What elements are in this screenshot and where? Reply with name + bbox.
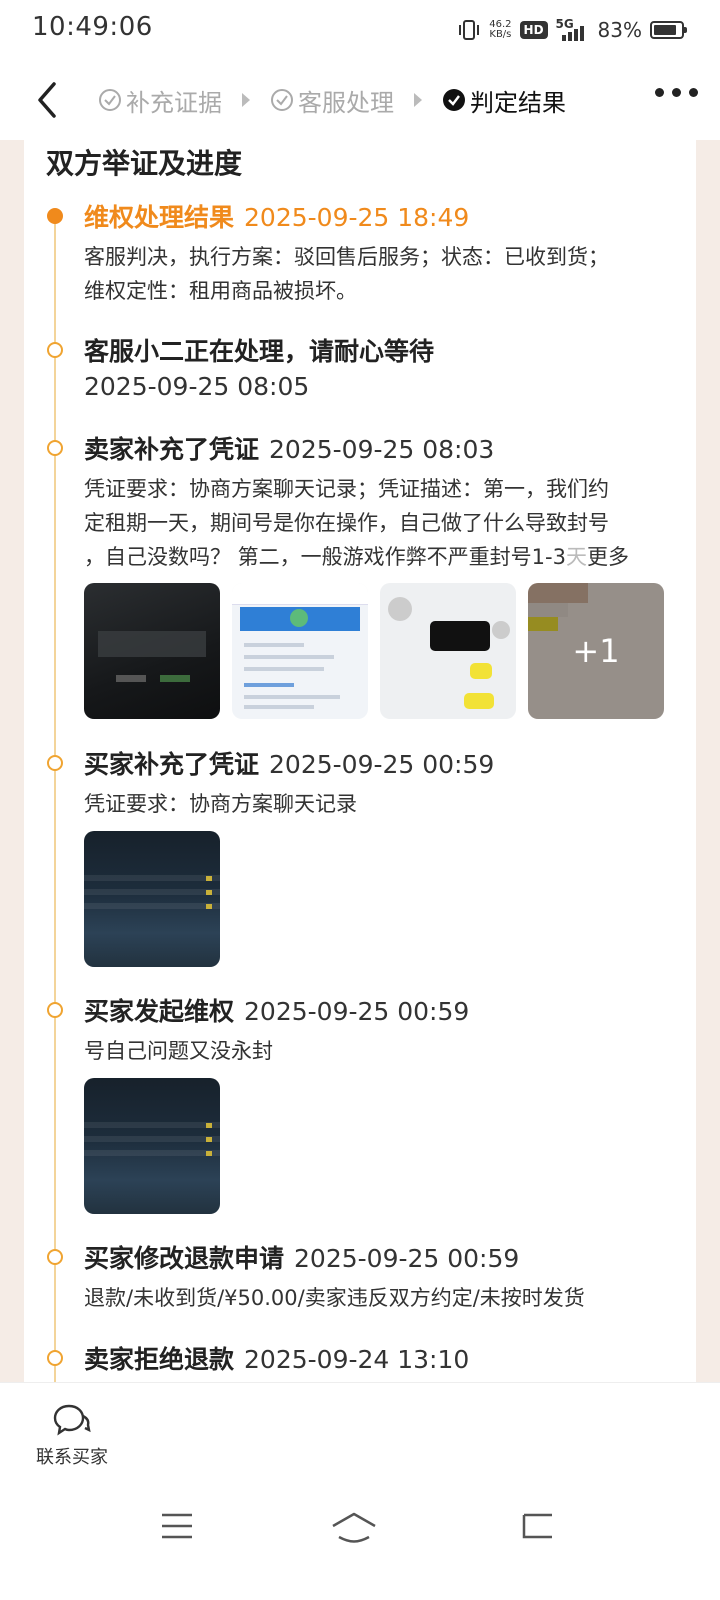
section-title: 双方举证及进度 [46,147,243,180]
event-time: 2025-09-25 18:49 [244,203,470,232]
back-key-icon [522,1513,552,1539]
timeline-dot [47,1350,63,1366]
event-body-line: 维权定性：租用商品被损坏。 [84,279,357,303]
event-title: 买家发起维权 [84,997,235,1026]
step-customer-service[interactable]: 客服处理 [270,83,394,118]
evidence-image[interactable] [84,1078,220,1214]
check-circle-filled-icon [443,89,465,111]
timeline-dot [47,208,63,224]
event-title: 客服小二正在处理，请耐心等待 [84,337,435,366]
nav-bar: 补充证据 客服处理 判定结果 [0,60,720,140]
more-images-badge[interactable]: +1 [528,583,664,719]
event-body-line: 号自己问题又没永封 [84,1039,273,1063]
progress-steps: 补充证据 客服处理 判定结果 [98,82,566,118]
vibrate-icon [459,20,480,40]
home-icon [332,1512,376,1543]
evidence-image[interactable] [84,583,220,719]
event-body-line: ，自己没数吗？ 第二，一般游戏作弊不严重封号1-3 [84,545,566,569]
evidence-image[interactable] [380,583,516,719]
timeline-dot [47,755,63,771]
evidence-progress-card: 双方举证及进度 维权处理结果 2025-09-25 18:49 客服判决，执行方案… [24,140,696,1382]
status-icons: 46.2 KB/s HD 5G 83% [457,16,687,44]
evidence-image[interactable] [84,831,220,967]
event-title-row: 客服小二正在处理，请耐心等待 [84,332,434,368]
event-body-line: 凭证要求：协商方案聊天记录 [84,792,357,816]
expand-more-link[interactable]: 更多 [587,545,629,569]
step-label: 判定结果 [470,88,566,117]
event-time: 2025-09-25 00:59 [269,750,495,779]
event-body-line-truncated: ，自己没数吗？ 第二，一般游戏作弊不严重封号1-3天更多 [84,540,664,574]
back-arrow-icon[interactable] [30,80,70,120]
evidence-images: +1 [84,583,664,719]
timeline-dot [47,1249,63,1265]
evidence-images [84,831,220,967]
contact-buyer-label: 联系买家 [36,1447,108,1468]
timeline-dot [47,1002,63,1018]
event-title-row: 卖家补充了凭证 2025-09-25 08:03 [84,430,494,466]
event-title: 买家修改退款申请 [84,1244,285,1273]
net-speed: 46.2 KB/s [489,20,511,40]
chat-bubble-icon [53,1404,91,1436]
event-time: 2025-09-25 00:59 [244,997,470,1026]
menu-icon [162,1513,192,1539]
event-body: 凭证要求：协商方案聊天记录；凭证描述：第一，我们约 定租期一天，期间号是你在操作… [84,472,664,574]
event-title-row: 买家发起维权 2025-09-25 00:59 [84,992,469,1028]
event-time: 2025-09-25 08:05 [84,372,310,401]
event-time: 2025-09-25 00:59 [294,1244,520,1273]
battery-percent: 83% [597,18,642,42]
timeline-line [54,218,56,1382]
event-body-line: 退款/未收到货/¥50.00/卖家违反双方约定/未按时发货 [84,1286,585,1310]
status-bar: 10:49:06 46.2 KB/s HD 5G 83% [0,0,720,60]
back-key[interactable] [520,1511,556,1545]
bottom-bar: 联系买家 [0,1382,720,1600]
event-title-row: 卖家拒绝退款 2025-09-24 13:10 [84,1340,469,1376]
event-title-row: 买家补充了凭证 2025-09-25 00:59 [84,745,494,781]
evidence-images [84,1078,220,1214]
event-title-row: 买家修改退款申请 2025-09-25 00:59 [84,1239,519,1275]
check-circle-icon [271,89,293,111]
signal-icon: 5G [556,17,590,41]
truncated-text: 天 [565,545,587,569]
evidence-image[interactable]: +1 [528,583,664,719]
menu-key[interactable] [160,1511,194,1545]
event-body: 客服判决，执行方案：驳回售后服务；状态：已收到货； 维权定性：租用商品被损坏。 [84,240,664,308]
timeline-dot [47,440,63,456]
contact-buyer-button[interactable]: 联系买家 [32,1403,112,1469]
system-nav-keys [0,1511,720,1551]
net-speed-unit: KB/s [489,29,512,40]
step-arrow-icon [242,93,250,107]
event-title: 买家补充了凭证 [84,750,260,779]
event-title-row: 维权处理结果 2025-09-25 18:49 [84,198,469,234]
step-supplement-evidence[interactable]: 补充证据 [98,83,222,118]
event-body-line: 客服判决，执行方案：驳回售后服务；状态：已收到货； [84,245,609,269]
timeline-dot [47,342,63,358]
check-circle-icon [99,89,121,111]
event-body: 号自己问题又没永封 [84,1034,664,1068]
event-body-line: 定租期一天，期间号是你在操作，自己做了什么导致封号 [84,511,609,535]
evidence-image[interactable] [232,583,368,719]
hd-badge: HD [519,21,548,39]
event-title: 卖家补充了凭证 [84,435,260,464]
event-body: 凭证要求：协商方案聊天记录 [84,787,664,821]
event-title: 卖家拒绝退款 [84,1345,235,1374]
home-key[interactable] [330,1511,378,1549]
step-verdict[interactable]: 判定结果 [442,83,566,118]
event-time: 2025-09-24 13:10 [244,1345,470,1374]
step-arrow-icon [414,93,422,107]
step-label: 客服处理 [298,88,394,117]
event-time: 2025-09-25 08:03 [269,435,495,464]
event-title: 维权处理结果 [84,203,235,232]
battery-icon [650,21,687,39]
more-options-icon[interactable] [655,88,698,97]
event-body: 退款/未收到货/¥50.00/卖家违反双方约定/未按时发货 [84,1281,664,1315]
status-time: 10:49:06 [32,12,153,42]
event-body-line: 凭证要求：协商方案聊天记录；凭证描述：第一，我们约 [84,477,609,501]
step-label: 补充证据 [126,88,222,117]
